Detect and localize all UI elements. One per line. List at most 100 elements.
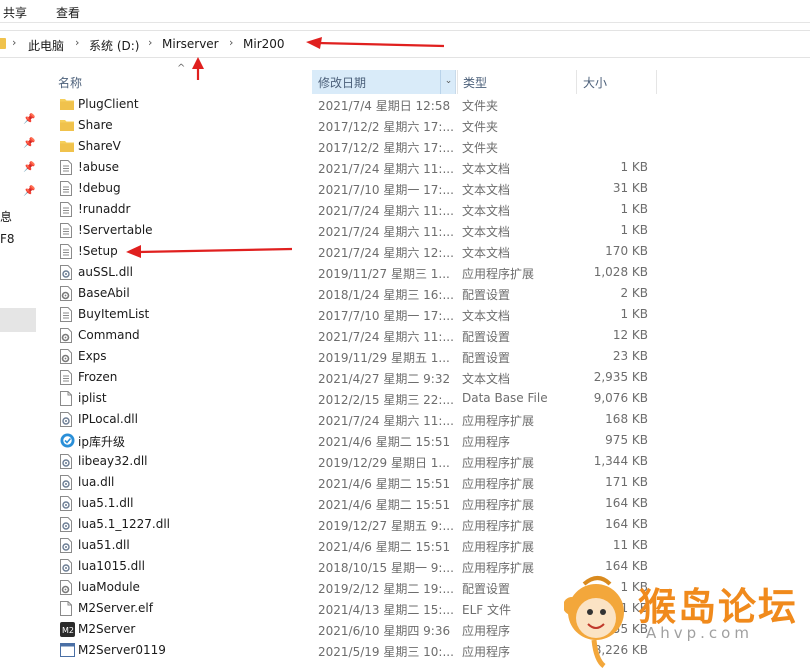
file-row[interactable]: !abuse 2021/7/24 星期六 11:... 文本文档 1 KB [56,157,666,178]
file-type: 配置设置 [462,288,511,302]
column-header-type[interactable]: 类型 [457,70,575,94]
file-date: 2019/11/27 星期三 1... [318,267,450,281]
file-name: Share [78,118,113,132]
file-row[interactable]: lua51.dll 2021/4/6 星期二 15:51 应用程序扩展 11 KB [56,535,666,556]
file-date: 2017/7/10 星期一 17:... [318,309,454,323]
column-label: 名称 [58,76,83,90]
ribbon-tab-share[interactable]: 共享 [3,4,27,21]
svg-text:M2: M2 [62,626,74,635]
file-row[interactable]: Frozen 2021/4/27 星期二 9:32 文本文档 2,935 KB [56,367,666,388]
file-date: 2017/12/2 星期六 17:... [318,141,454,155]
file-row[interactable]: auSSL.dll 2019/11/27 星期三 1... 应用程序扩展 1,028 … [56,262,666,283]
file-date: 2021/4/13 星期二 15:... [318,603,454,617]
file-row[interactable]: lua5.1.dll 2021/4/6 星期二 15:51 应用程序扩展 164 KB [56,493,666,514]
breadcrumb-drive-d[interactable]: 系统 (D:) [89,37,139,54]
file-row[interactable]: !debug 2021/7/10 星期一 17:... 文本文档 31 KB [56,178,666,199]
file-row[interactable]: !runaddr 2021/7/24 星期六 11:... 文本文档 1 KB [56,199,666,220]
file-date: 2021/4/27 星期二 9:32 [318,372,451,386]
chevron-right-icon[interactable]: › [75,36,79,49]
file-row[interactable]: ip库升级 2021/4/6 星期二 15:51 应用程序 975 KB [56,430,666,451]
file-row[interactable]: ShareV 2017/12/2 星期六 17:... 文件夹 [56,136,666,157]
column-header-date[interactable]: 修改日期 [312,70,456,94]
file-row[interactable]: Command 2021/7/24 星期六 11:... 配置设置 12 KB [56,325,666,346]
file-date: 2019/11/29 星期五 1... [318,351,450,365]
pin-icon[interactable]: 📌 [23,162,35,174]
file-row[interactable]: PlugClient 2021/7/4 星期日 12:58 文件夹 [56,94,666,115]
file-date: 2021/4/6 星期二 15:51 [318,435,451,449]
ribbon-tab-view[interactable]: 查看 [56,4,80,21]
file-row[interactable]: lua.dll 2021/4/6 星期二 15:51 应用程序扩展 171 KB [56,472,666,493]
pin-icon[interactable]: 📌 [23,114,35,126]
file-size: 1 KB [620,307,648,321]
breadcrumb-this-pc[interactable]: 此电脑 [28,37,64,54]
file-type: 文本文档 [462,204,511,218]
pin-icon[interactable]: 📌 [23,186,35,198]
file-name: !abuse [78,160,120,174]
column-label: 修改日期 [318,76,367,90]
column-header-size[interactable]: 大小 [576,70,656,94]
file-date: 2019/12/29 星期日 1... [318,456,450,470]
file-row[interactable]: iplist 2012/2/15 星期三 22:... Data Base File… [56,388,666,409]
dll-file-icon [60,412,74,427]
file-size: 1 KB [620,202,648,216]
nav-label[interactable]: 息 [0,208,12,225]
file-size: 11 KB [612,538,648,552]
file-date: 2019/12/27 星期五 9:... [318,519,454,533]
annotation-arrow-left-icon [126,245,293,258]
breadcrumb-mirserver[interactable]: Mirserver [162,37,219,51]
chevron-right-icon[interactable]: › [12,36,16,49]
app-window-icon [60,643,75,658]
sort-ascending-icon: ^ [177,63,186,74]
file-date: 2021/6/10 星期四 9:36 [318,624,451,638]
file-row[interactable]: libeay32.dll 2019/12/29 星期日 1... 应用程序扩展 1,3… [56,451,666,472]
text-file-icon [60,181,74,196]
file-name: !runaddr [78,202,131,216]
file-row[interactable]: BuyItemList 2017/7/10 星期一 17:... 文本文档 1 KB [56,304,666,325]
file-name: luaModule [78,580,140,594]
file-type: 应用程序扩展 [462,414,535,428]
file-row[interactable]: lua5.1_1227.dll 2019/12/27 星期五 9:... 应用程序扩… [56,514,666,535]
file-size: 9,076 KB [593,391,648,405]
dll-file-icon [60,538,74,553]
chevron-down-icon[interactable]: ⌄ [440,70,456,94]
breadcrumb-mir200[interactable]: Mir200 [243,37,285,51]
text-file-icon [60,244,74,259]
ribbon-divider [0,22,810,23]
file-row[interactable]: Exps 2019/11/29 星期五 1... 配置设置 23 KB [56,346,666,367]
file-name: !debug [78,181,121,195]
chevron-right-icon[interactable]: › [148,36,152,49]
file-size: 171 KB [605,475,648,489]
chevron-right-icon[interactable]: › [229,36,233,49]
file-size: 164 KB [605,496,648,510]
file-date: 2019/2/12 星期二 19:... [318,582,454,596]
config-file-icon [60,580,74,595]
file-date: 2021/7/24 星期六 11:... [318,162,454,176]
app-m2-icon: M2 [60,622,75,637]
file-type: 文件夹 [462,141,499,155]
folder-icon [0,38,6,49]
column-label: 类型 [463,76,488,90]
file-name: ip库升级 [78,435,125,449]
dll-file-icon [60,559,74,574]
file-name: iplist [78,391,107,405]
file-row[interactable]: BaseAbil 2018/1/24 星期三 16:... 配置设置 2 KB [56,283,666,304]
file-name: libeay32.dll [78,454,148,468]
file-size: 168 KB [605,412,648,426]
nav-label[interactable]: F8 [0,232,15,246]
file-name: M2Server.elf [78,601,153,615]
file-name: ShareV [78,139,121,153]
folder-icon [60,97,74,112]
pin-icon[interactable]: 📌 [23,138,35,150]
file-type: 配置设置 [462,330,511,344]
file-row[interactable]: IPLocal.dll 2021/7/24 星期六 11:... 应用程序扩展 168… [56,409,666,430]
file-type: 文本文档 [462,225,511,239]
text-file-icon [60,202,74,217]
file-date: 2021/7/10 星期一 17:... [318,183,454,197]
file-date: 2021/7/24 星期六 11:... [318,204,454,218]
file-type: 文本文档 [462,309,511,323]
file-row[interactable]: !Servertable 2021/7/24 星期六 11:... 文本文档 1 KB [56,220,666,241]
file-date: 2021/7/4 星期日 12:58 [318,99,451,113]
file-row[interactable]: Share 2017/12/2 星期六 17:... 文件夹 [56,115,666,136]
file-size: 975 KB [605,433,648,447]
nav-item-selected[interactable] [0,308,36,332]
